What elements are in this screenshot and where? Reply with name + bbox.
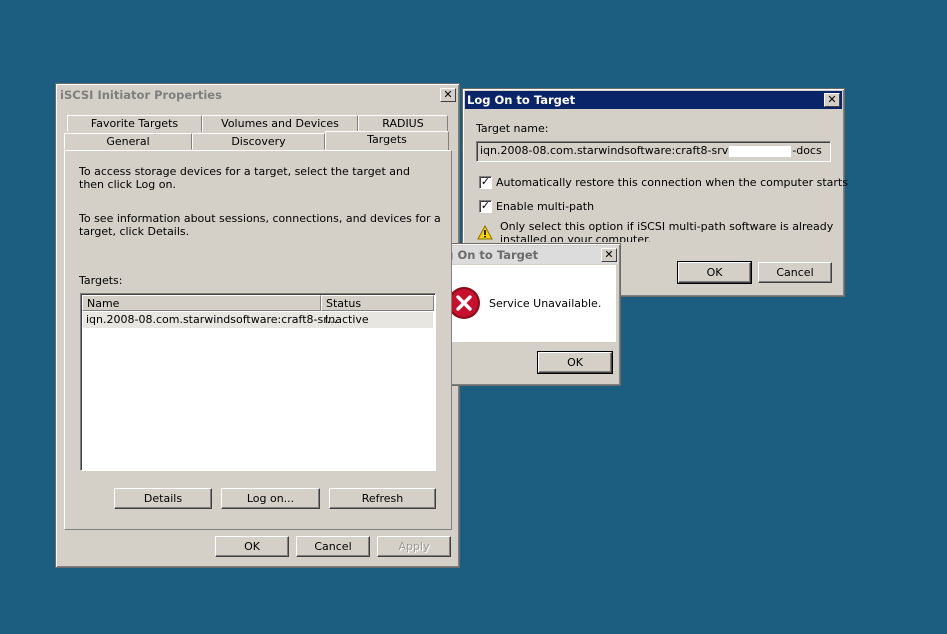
tab-discovery[interactable]: Discovery	[192, 133, 325, 150]
error-ok-button[interactable]: OK	[537, 351, 613, 374]
ok-button[interactable]: OK	[215, 536, 289, 557]
target-name-field[interactable]: iqn.2008-08.com.starwindsoftware:craft8-…	[476, 141, 831, 162]
tab-volumes-and-devices[interactable]: Volumes and Devices	[202, 115, 358, 132]
log-on-button[interactable]: Log on...	[221, 488, 320, 509]
column-header-name[interactable]: Name	[82, 295, 321, 311]
details-button[interactable]: Details	[114, 488, 212, 509]
iscsi-initiator-properties-window: iSCSI Initiator Properties ✕ Favorite Ta…	[55, 83, 460, 568]
dialog-titlebar[interactable]: Log On to Target	[465, 91, 842, 109]
apply-button[interactable]: Apply	[377, 536, 451, 557]
error-dialog-titlebar[interactable]: Log On to Target	[428, 246, 618, 264]
details-help-text: To see information about sessions, conne…	[79, 212, 441, 238]
cancel-button[interactable]: Cancel	[296, 536, 370, 557]
logon-cancel-button[interactable]: Cancel	[758, 262, 832, 283]
error-message-area: Service Unavailable.	[428, 265, 616, 342]
target-status-cell: Inactive	[325, 313, 369, 326]
tab-targets[interactable]: Targets	[325, 131, 449, 150]
redacted-block	[729, 145, 792, 157]
tab-general[interactable]: General	[64, 133, 192, 150]
intro-text: To access storage devices for a target, …	[79, 165, 410, 191]
multipath-label[interactable]: Enable multi-path	[496, 200, 594, 213]
refresh-button[interactable]: Refresh	[329, 488, 436, 509]
table-row[interactable]: iqn.2008-08.com.starwindsoftware:craft8-…	[83, 312, 433, 328]
close-icon[interactable]: ✕	[824, 93, 840, 107]
window-title: iSCSI Initiator Properties	[60, 88, 222, 102]
targets-tab-panel: To access storage devices for a target, …	[64, 150, 452, 530]
dialog-title: Log On to Target	[467, 93, 576, 107]
targets-list[interactable]: Name Status iqn.2008-08.com.starwindsoft…	[80, 293, 436, 471]
multipath-warning-text: Only select this option if iSCSI multi-p…	[500, 220, 834, 242]
error-message: Service Unavailable.	[489, 297, 602, 310]
target-name-suffix: -docs	[792, 144, 822, 157]
warning-icon	[477, 225, 493, 240]
target-name-cell: iqn.2008-08.com.starwindsoftware:craft8-…	[86, 313, 338, 326]
multipath-checkbox[interactable]: ✓	[479, 200, 492, 213]
error-icon	[448, 287, 480, 319]
tab-radius[interactable]: RADIUS	[358, 115, 448, 132]
auto-restore-label[interactable]: Automatically restore this connection wh…	[496, 176, 848, 189]
column-header-status[interactable]: Status	[321, 295, 434, 311]
error-dialog: Log On to Target ✕ Service Unavailable. …	[425, 243, 621, 386]
close-icon[interactable]: ✕	[601, 248, 617, 262]
targets-label: Targets:	[79, 274, 123, 287]
auto-restore-checkbox[interactable]: ✓	[479, 176, 492, 189]
tab-favorite-targets[interactable]: Favorite Targets	[67, 115, 202, 132]
target-name-label: Target name:	[476, 122, 549, 135]
window-titlebar[interactable]: iSCSI Initiator Properties	[58, 86, 457, 104]
close-icon[interactable]: ✕	[440, 88, 456, 102]
logon-ok-button[interactable]: OK	[677, 261, 752, 284]
target-name-value: iqn.2008-08.com.starwindsoftware:craft8-…	[480, 144, 729, 157]
